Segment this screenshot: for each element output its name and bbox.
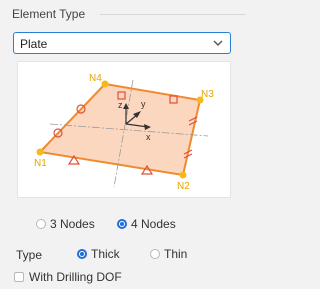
axis-z-label: z (118, 100, 123, 110)
drilling-dof-checkbox[interactable] (14, 272, 24, 282)
drilling-dof-label: With Drilling DOF (29, 270, 122, 284)
radio-label-thin: Thin (164, 247, 188, 261)
radio-4-nodes[interactable] (117, 219, 127, 229)
group-divider (100, 14, 246, 15)
node-label-n2: N2 (177, 181, 190, 192)
node-label-n3: N3 (201, 89, 214, 100)
axis-x-label: x (146, 132, 151, 142)
radio-option-4-nodes[interactable]: 4 Nodes (117, 216, 176, 232)
group-title: Element Type (12, 7, 90, 21)
radio-3-nodes[interactable] (36, 219, 46, 229)
drilling-dof-option[interactable]: With Drilling DOF (14, 270, 122, 284)
node-n4 (101, 80, 109, 88)
radio-option-thick[interactable]: Thick (77, 246, 120, 262)
radio-label-thick: Thick (91, 247, 120, 261)
radio-label-4-nodes: 4 Nodes (131, 217, 176, 231)
element-type-panel: Element Type Plate x y z N1 N2 N3 N4 3 N… (0, 0, 250, 289)
node-n2 (179, 171, 187, 179)
radio-label-3-nodes: 3 Nodes (50, 217, 95, 231)
radio-option-thin[interactable]: Thin (150, 246, 187, 262)
type-label: Type (16, 248, 43, 262)
element-preview: x y z N1 N2 N3 N4 (17, 61, 231, 198)
radio-option-3-nodes[interactable]: 3 Nodes (36, 216, 95, 232)
node-label-n4: N4 (89, 73, 102, 84)
element-type-select[interactable]: Plate (13, 32, 231, 54)
node-n1 (36, 148, 44, 156)
radio-thick[interactable] (77, 249, 87, 259)
radio-thin[interactable] (150, 249, 160, 259)
node-label-n1: N1 (34, 158, 47, 169)
element-type-selected-value: Plate (20, 37, 48, 51)
axis-y-label: y (141, 99, 146, 109)
chevron-down-icon (213, 40, 223, 46)
plate-diagram: x y z N1 N2 N3 N4 (34, 73, 214, 192)
